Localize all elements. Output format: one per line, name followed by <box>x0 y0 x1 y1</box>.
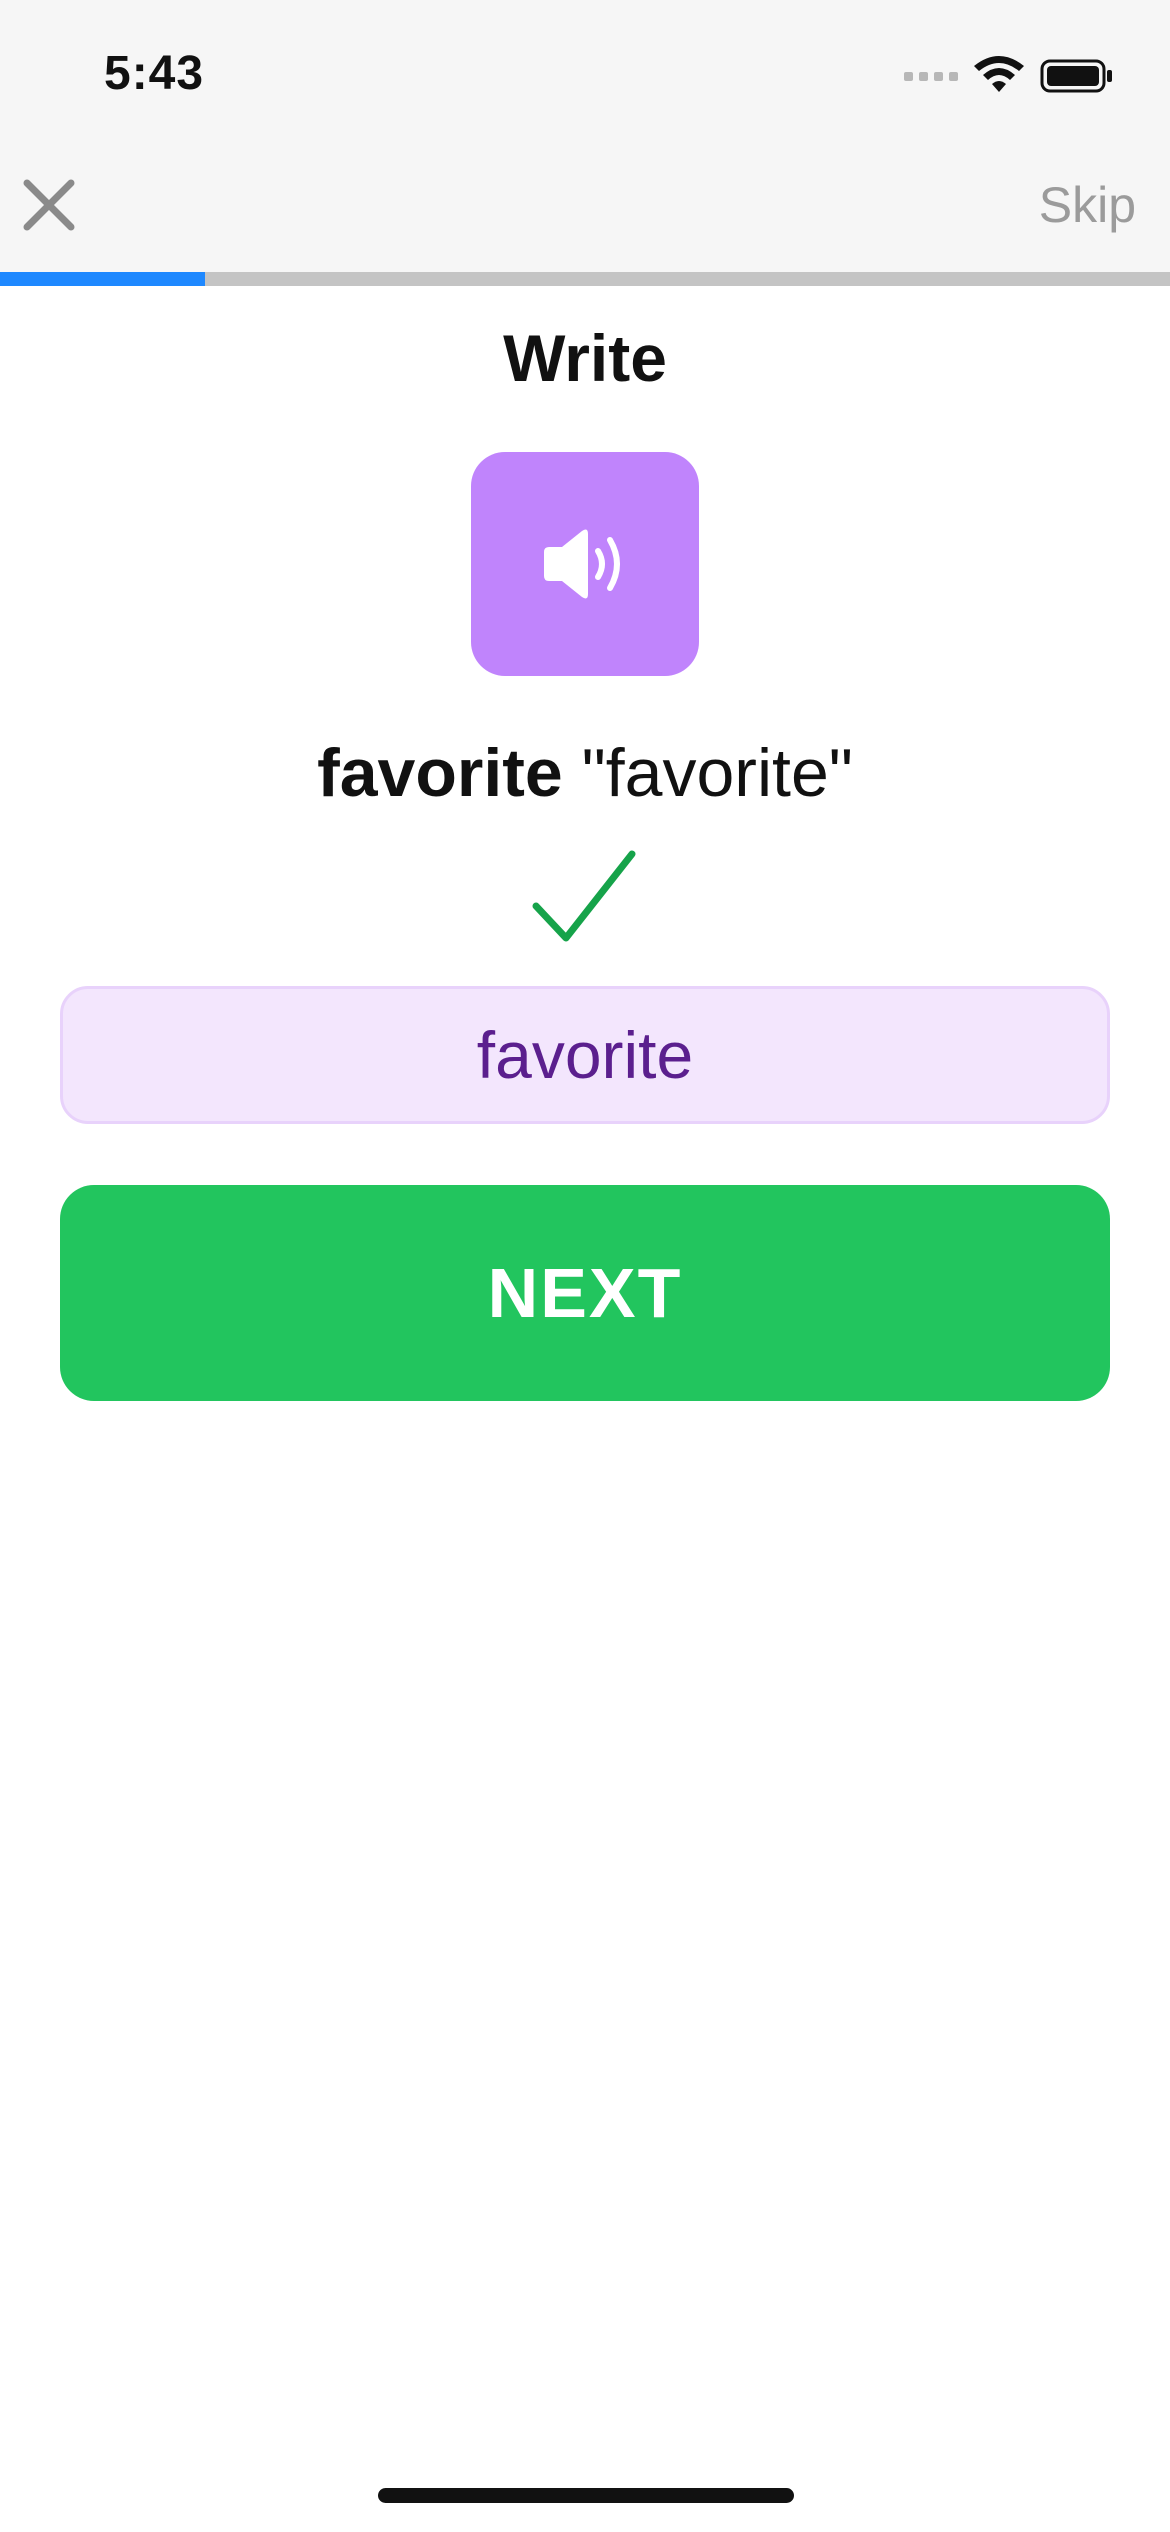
play-audio-button[interactable] <box>471 452 699 676</box>
next-button[interactable]: NEXT <box>60 1185 1110 1401</box>
status-time: 5:43 <box>104 47 205 100</box>
word-display: favorite "favorite" <box>0 734 1170 812</box>
top-bar: 5:43 Skip <box>0 0 1170 272</box>
checkmark-icon <box>532 850 636 942</box>
close-button[interactable] <box>14 170 84 240</box>
exercise-title: Write <box>503 321 667 395</box>
speaker-icon <box>544 529 620 599</box>
progress-fill <box>0 272 205 286</box>
target-word: favorite <box>317 735 563 811</box>
target-word-quoted: "favorite" <box>581 735 853 811</box>
close-icon <box>23 179 75 231</box>
status-icons <box>904 54 1114 98</box>
skip-button[interactable]: Skip <box>1039 176 1136 234</box>
cellular-signal-icon <box>904 54 958 98</box>
exercise-screen: 5:43 Skip Write favorite "favorite" favo… <box>0 0 1170 2532</box>
home-indicator <box>378 2488 794 2503</box>
progress-bar <box>0 272 1170 286</box>
battery-icon <box>1040 59 1112 93</box>
wifi-icon <box>974 56 1024 92</box>
answer-field[interactable]: favorite <box>60 986 1110 1124</box>
